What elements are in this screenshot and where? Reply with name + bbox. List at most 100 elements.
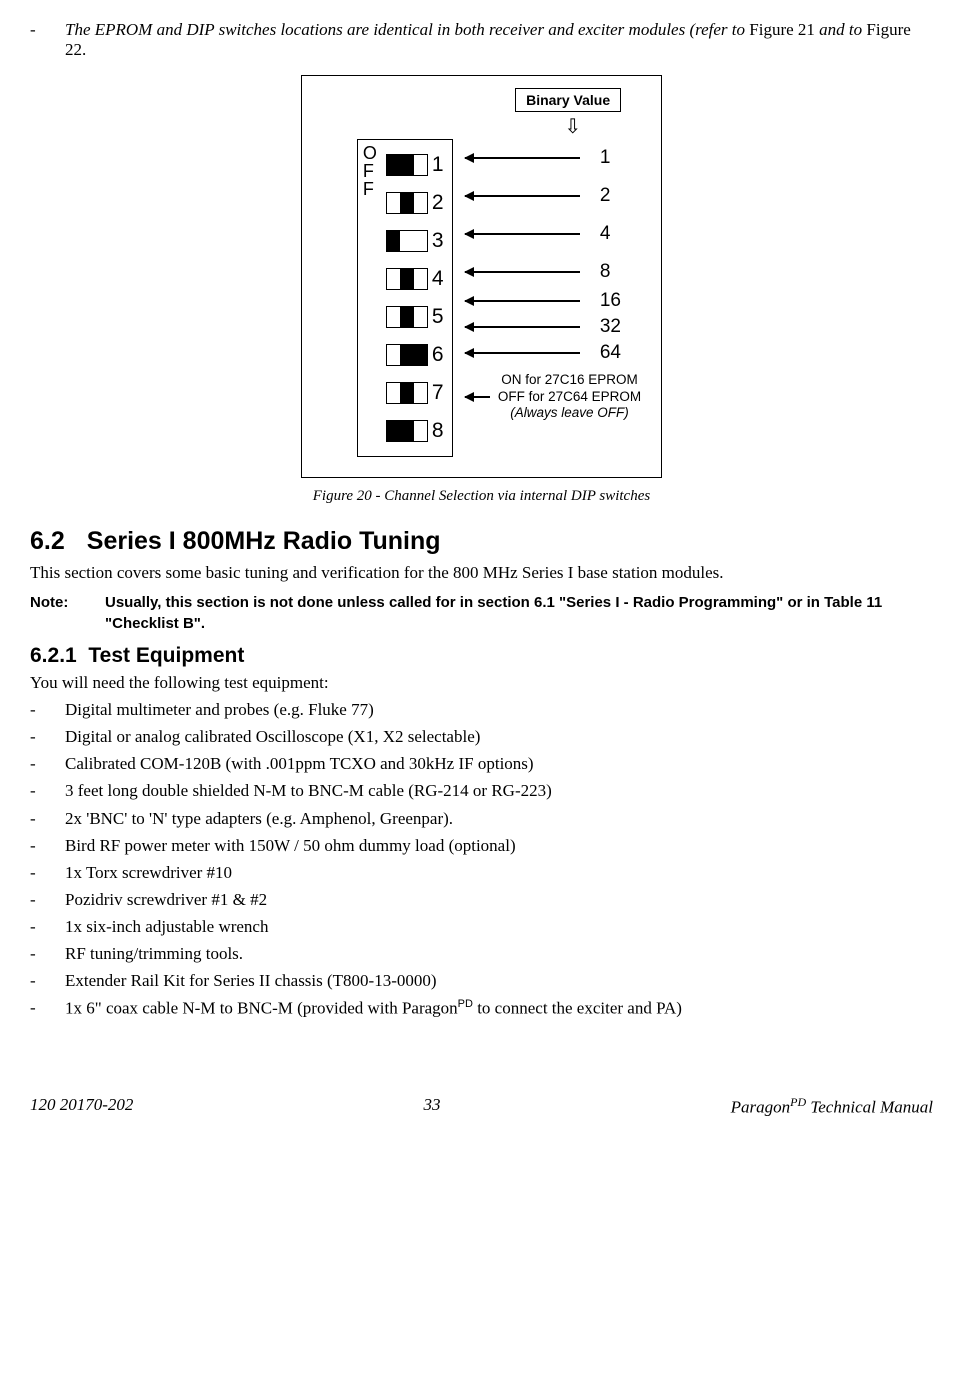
dip-switch-block: OFF 1 2 3 4 5 6 7 8: [357, 139, 453, 457]
binary-value: 4: [600, 223, 611, 245]
footer-right: ParagonPD Technical Manual: [731, 1095, 933, 1118]
list-item: -Digital multimeter and probes (e.g. Flu…: [30, 699, 933, 721]
left-arrow-icon: [465, 300, 580, 302]
binary-value-row: 4: [465, 215, 641, 253]
footer-left: 120 20170-202: [30, 1095, 133, 1118]
section-body: This section covers some basic tuning an…: [30, 562, 933, 584]
dip-switch-diagram: Binary Value ⇩ OFF 1 2 3 4 5 6 7 8 1 2 4 8 16 32 64 ON…: [301, 75, 662, 478]
dip-switch-row: 2: [386, 184, 448, 222]
binary-value-row: 1: [465, 139, 641, 177]
dip-switch: [386, 154, 428, 176]
list-item: -RF tuning/trimming tools.: [30, 943, 933, 965]
list-item: -Extender Rail Kit for Series II chassis…: [30, 970, 933, 992]
dip-switch-row: 6: [386, 336, 448, 374]
list-item-text: 2x 'BNC' to 'N' type adapters (e.g. Amph…: [65, 808, 933, 830]
dip-switch-row: 5: [386, 298, 448, 336]
bullet-dash: -: [30, 835, 65, 857]
binary-value: 16: [600, 290, 621, 312]
intro-text: The EPROM and DIP switches locations are…: [65, 20, 933, 60]
equipment-list: -Digital multimeter and probes (e.g. Flu…: [30, 699, 933, 1020]
list-item-text: Bird RF power meter with 150W / 50 ohm d…: [65, 835, 933, 857]
switch-number: 1: [432, 153, 448, 177]
list-item-text: Pozidriv screwdriver #1 & #2: [65, 889, 933, 911]
bullet-dash: -: [30, 943, 65, 965]
bullet-dash: -: [30, 862, 65, 884]
switch-number: 5: [432, 305, 448, 329]
left-arrow-icon: [465, 271, 580, 273]
dip-switch: [386, 382, 428, 404]
left-arrow-icon: [465, 195, 580, 197]
list-item: -Pozidriv screwdriver #1 & #2: [30, 889, 933, 911]
dip-switch-row: 4: [386, 260, 448, 298]
footer-page-number: 33: [424, 1095, 441, 1118]
eprom-note-row: ON for 27C16 EPROMOFF for 27C64 EPROM(Al…: [465, 369, 641, 425]
list-item-text: Digital or analog calibrated Oscilloscop…: [65, 726, 933, 748]
left-arrow-icon: [465, 352, 580, 354]
switch-number: 2: [432, 191, 448, 215]
left-arrow-icon: [465, 157, 580, 159]
list-item-text: 1x six-inch adjustable wrench: [65, 916, 933, 938]
bullet-dash: -: [30, 889, 65, 911]
list-item: -Digital or analog calibrated Oscillosco…: [30, 726, 933, 748]
binary-value-label: Binary Value: [515, 88, 621, 112]
off-label: OFF: [363, 144, 377, 198]
bullet-dash: -: [30, 20, 65, 60]
list-item: -1x six-inch adjustable wrench: [30, 916, 933, 938]
section-6-2-heading: 6.2Series I 800MHz Radio Tuning: [30, 527, 933, 556]
list-item-text: Digital multimeter and probes (e.g. Fluk…: [65, 699, 933, 721]
dip-switch: [386, 268, 428, 290]
left-arrow-icon: [465, 396, 490, 398]
dip-switch-row: 8: [386, 412, 448, 450]
figure-caption: Figure 20 - Channel Selection via intern…: [30, 488, 933, 505]
list-item: -2x 'BNC' to 'N' type adapters (e.g. Amp…: [30, 808, 933, 830]
list-item-text: 1x 6" coax cable N-M to BNC-M (provided …: [65, 997, 933, 1020]
bullet-dash: -: [30, 753, 65, 775]
binary-value: 8: [600, 261, 611, 283]
list-item: -Bird RF power meter with 150W / 50 ohm …: [30, 835, 933, 857]
switch-number: 6: [432, 343, 448, 367]
subsection-intro: You will need the following test equipme…: [30, 672, 933, 694]
dip-switch: [386, 344, 428, 366]
bullet-dash: -: [30, 808, 65, 830]
dip-switch: [386, 306, 428, 328]
binary-value: 2: [600, 185, 611, 207]
list-item: -Calibrated COM-120B (with .001ppm TCXO …: [30, 753, 933, 775]
dip-switch: [386, 192, 428, 214]
note-label: Note:: [30, 592, 105, 634]
left-arrow-icon: [465, 326, 580, 328]
list-item: -1x Torx screwdriver #10: [30, 862, 933, 884]
switch-number: 4: [432, 267, 448, 291]
figure-ref-21: Figure 21: [749, 20, 815, 39]
binary-value: 1: [600, 147, 611, 169]
list-item-text: 1x Torx screwdriver #10: [65, 862, 933, 884]
bullet-dash: -: [30, 970, 65, 992]
bullet-dash: -: [30, 699, 65, 721]
list-item-text: 3 feet long double shielded N-M to BNC-M…: [65, 780, 933, 802]
list-item-text: Calibrated COM-120B (with .001ppm TCXO a…: [65, 753, 933, 775]
binary-value-row: 2: [465, 177, 641, 215]
list-item-text: RF tuning/trimming tools.: [65, 943, 933, 965]
bullet-dash: -: [30, 997, 65, 1020]
dip-switch: [386, 420, 428, 442]
intro-paragraph: - The EPROM and DIP switches locations a…: [30, 20, 933, 60]
left-arrow-icon: [465, 233, 580, 235]
list-item: -3 feet long double shielded N-M to BNC-…: [30, 780, 933, 802]
bullet-dash: -: [30, 780, 65, 802]
switch-number: 3: [432, 229, 448, 253]
subsection-6-2-1-heading: 6.2.1 Test Equipment: [30, 644, 933, 668]
dip-switch-row: 1: [386, 146, 448, 184]
binary-value: 64: [600, 342, 621, 364]
switch-number: 8: [432, 419, 448, 443]
dip-switch-row: 7: [386, 374, 448, 412]
list-item: -1x 6" coax cable N-M to BNC-M (provided…: [30, 997, 933, 1020]
figure-20: Binary Value ⇩ OFF 1 2 3 4 5 6 7 8 1 2 4 8 16 32 64 ON…: [30, 75, 933, 505]
list-item-text: Extender Rail Kit for Series II chassis …: [65, 970, 933, 992]
down-arrow-icon: ⇩: [564, 114, 581, 139]
dip-switch: [386, 230, 428, 252]
page-footer: 120 20170-202 33 ParagonPD Technical Man…: [30, 1095, 933, 1118]
binary-value: 32: [600, 316, 621, 338]
binary-value-row: 64: [465, 337, 641, 369]
bullet-dash: -: [30, 916, 65, 938]
dip-switch-row: 3: [386, 222, 448, 260]
bullet-dash: -: [30, 726, 65, 748]
